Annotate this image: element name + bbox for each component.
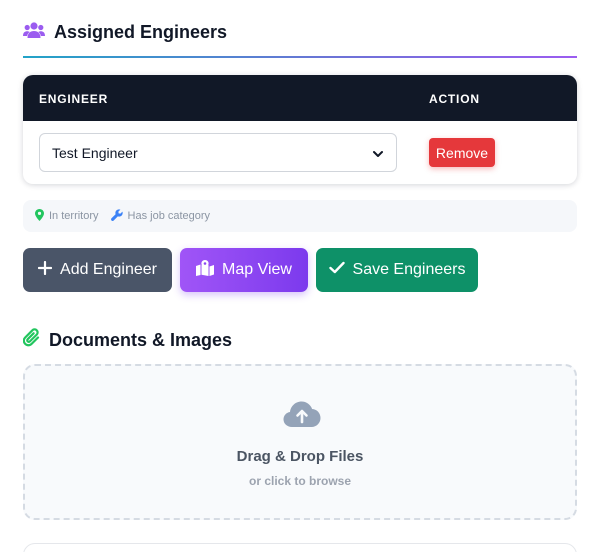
engineer-select-value: Test Engineer bbox=[52, 144, 138, 161]
map-pin-icon bbox=[35, 208, 44, 224]
documents-title: Documents & Images bbox=[49, 330, 233, 350]
map-view-label: Map View bbox=[222, 261, 292, 278]
file-dropzone[interactable]: Drag & Drop Files or click to browse bbox=[23, 364, 577, 520]
save-engineers-label: Save Engineers bbox=[352, 261, 466, 278]
legend-territory-label: In territory bbox=[49, 210, 99, 222]
dropzone-subtitle: or click to browse bbox=[248, 474, 352, 488]
gradient-divider bbox=[23, 56, 577, 58]
map-location-icon bbox=[196, 259, 215, 281]
add-engineer-label: Add Engineer bbox=[60, 261, 157, 278]
legend-item-job-category: Has job category bbox=[110, 208, 211, 224]
next-section-card bbox=[23, 543, 577, 552]
section-title: Assigned Engineers bbox=[54, 21, 228, 42]
legend-job-category-label: Has job category bbox=[127, 210, 211, 222]
documents-header: Documents & Images bbox=[22, 328, 233, 353]
paperclip-icon bbox=[22, 328, 41, 353]
legend-item-territory: In territory bbox=[35, 208, 99, 224]
column-header-action: ACTION bbox=[429, 92, 480, 106]
dropzone-title: Drag & Drop Files bbox=[236, 448, 364, 465]
legend-bar: In territory Has job category bbox=[23, 200, 577, 232]
assigned-engineers-header: Assigned Engineers bbox=[23, 20, 577, 60]
engineer-select[interactable]: Test Engineer bbox=[39, 133, 397, 172]
engineers-table: ENGINEER ACTION Test Engineer Remove bbox=[23, 75, 577, 184]
column-header-engineer: ENGINEER bbox=[39, 92, 109, 106]
plus-icon bbox=[37, 260, 53, 280]
chevron-down-icon bbox=[372, 147, 384, 163]
remove-button[interactable]: Remove bbox=[429, 138, 495, 167]
table-header: ENGINEER ACTION bbox=[23, 75, 577, 121]
users-icon bbox=[23, 21, 45, 44]
map-view-button[interactable]: Map View bbox=[180, 248, 308, 292]
add-engineer-button[interactable]: Add Engineer bbox=[23, 248, 172, 292]
check-icon bbox=[328, 261, 345, 279]
cloud-upload-icon bbox=[283, 400, 321, 433]
wrench-icon bbox=[110, 208, 123, 224]
save-engineers-button[interactable]: Save Engineers bbox=[316, 248, 478, 292]
table-row: Test Engineer Remove bbox=[23, 121, 577, 184]
